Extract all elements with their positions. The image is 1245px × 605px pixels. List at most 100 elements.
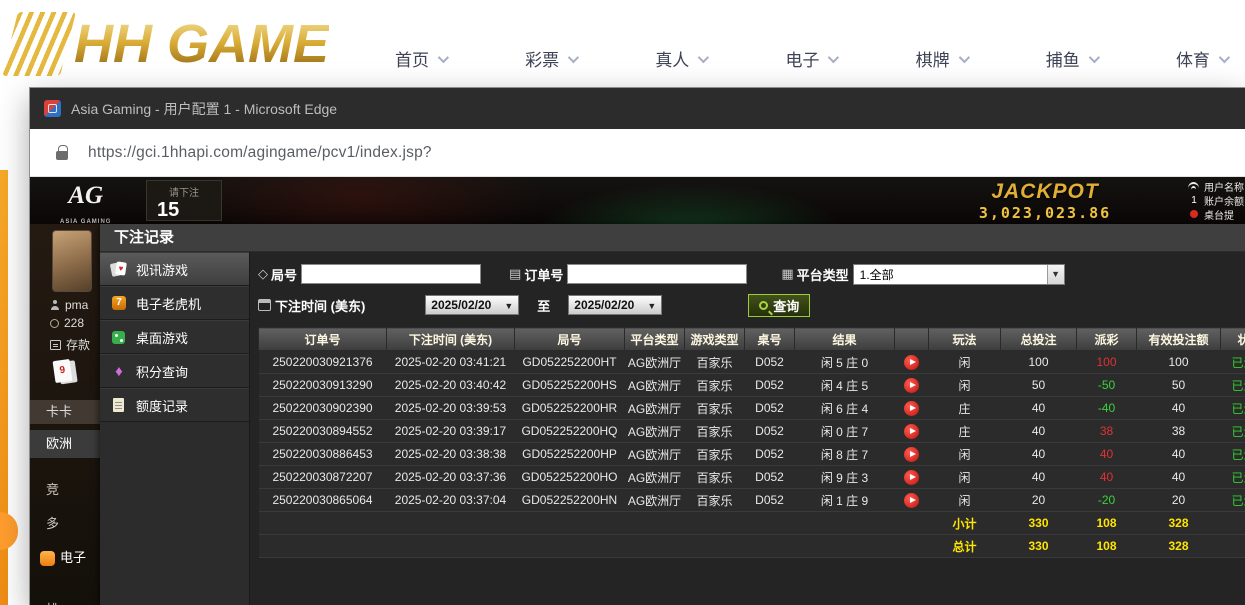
cell-bet: 100 [1001, 351, 1077, 374]
logo-decoration [2, 12, 76, 76]
cell-platform: AG欧洲厅 [625, 466, 685, 489]
date-from-select[interactable]: 2025/02/20 [425, 295, 519, 315]
cell-table: D052 [745, 443, 795, 466]
url-text[interactable]: https://gci.1hhapi.com/agingame/pcv1/ind… [88, 144, 432, 162]
menu-item-points-query[interactable]: 积分查询 [100, 354, 249, 388]
nav-item-lottery[interactable]: 彩票 [525, 46, 576, 71]
menu-item-video-games[interactable]: 视讯游戏 [100, 252, 249, 286]
menu-item-quota-records[interactable]: 额度记录 [100, 388, 249, 422]
col-valid: 有效投注额 [1137, 328, 1221, 351]
col-status: 状态 [1221, 328, 1245, 351]
edge-window: Asia Gaming - 用户配置 1 - Microsoft Edge ht… [30, 88, 1245, 605]
menu-item-table-games[interactable]: 桌面游戏 [100, 320, 249, 354]
lobby-item-europe[interactable]: 欧洲 [30, 430, 100, 458]
order-input[interactable] [567, 264, 747, 284]
nav-item-home[interactable]: 首页 [395, 46, 446, 71]
menu-item-slots[interactable]: 电子老虎机 [100, 286, 249, 320]
side-drawer-tab[interactable] [0, 512, 18, 550]
filter-row-2: 下注时间 (美东) 2025/02/20 至 2025/02/20 [258, 293, 1243, 317]
cell-result: 闲 6 庄 4 [795, 397, 895, 420]
cell-payout: 38 [1077, 420, 1137, 443]
deposit-button[interactable]: 存款 [50, 336, 90, 353]
deposit-label: 存款 [66, 336, 90, 353]
jackpot-display: JACKPOT 3,023,023.86 [960, 180, 1130, 222]
nav-item-sports[interactable]: 体育 [1176, 46, 1227, 71]
playing-card-icon: 9 [53, 359, 73, 383]
lobby-item-multi[interactable]: 多 [30, 512, 100, 536]
nav-item-live[interactable]: 真人 [655, 46, 706, 71]
points-icon [110, 363, 128, 380]
nav-label: 首页 [395, 46, 429, 71]
query-label: 查询 [773, 296, 799, 315]
date-to-select[interactable]: 2025/02/20 [568, 295, 662, 315]
play-button[interactable] [904, 447, 919, 462]
cell-platform: AG欧洲厅 [625, 420, 685, 443]
table-tip-label: 桌台提 [1204, 207, 1234, 222]
lobby-item-jingmi[interactable]: 竞 [30, 478, 100, 502]
cell-play: 闲 [929, 466, 1001, 489]
nav-item-electronic[interactable]: 电子 [785, 46, 836, 71]
chevron-down-icon [1089, 51, 1100, 62]
lobby-item-kakawan[interactable]: 卡卡 [30, 400, 100, 424]
lobby-item-rank[interactable]: 排 [30, 598, 100, 605]
col-payout: 派彩 [1077, 328, 1137, 351]
col-replay [895, 328, 929, 351]
play-button[interactable] [904, 378, 919, 393]
edge-titlebar[interactable]: Asia Gaming - 用户配置 1 - Microsoft Edge [30, 88, 1245, 129]
jackpot-value: 3,023,023.86 [960, 204, 1130, 222]
dropdown-arrow-icon [647, 298, 656, 312]
cell-round: GD052252200HR [515, 397, 625, 420]
deposit-icon [50, 340, 61, 350]
countdown-value: 15 [147, 199, 221, 221]
cell-game: 百家乐 [685, 374, 745, 397]
cell-round: GD052252200HP [515, 443, 625, 466]
round-input[interactable] [301, 264, 481, 284]
user-name-label: 用户名称 [1204, 179, 1244, 194]
cell-table: D052 [745, 351, 795, 374]
cell-payout: -50 [1077, 374, 1137, 397]
chevron-down-icon [1219, 51, 1230, 62]
modal-title: 下注记录 [100, 224, 1245, 252]
col-play: 玩法 [929, 328, 1001, 351]
jackpot-label: JACKPOT [960, 180, 1130, 204]
order-label: 订单号 [524, 265, 563, 284]
cell-play: 闲 [929, 443, 1001, 466]
cell-valid: 38 [1137, 420, 1221, 443]
play-button[interactable] [904, 424, 919, 439]
play-button[interactable] [904, 355, 919, 370]
cell-time: 2025-02-20 03:37:36 [387, 466, 515, 489]
cell-payout: 40 [1077, 443, 1137, 466]
menu-label: 电子老虎机 [136, 294, 201, 313]
site-logo[interactable]: HH GAME [10, 12, 329, 76]
nav-label: 体育 [1176, 46, 1210, 71]
cell-round: GD052252200HO [515, 466, 625, 489]
nav-item-fishing[interactable]: 捕鱼 [1046, 46, 1097, 71]
play-button[interactable] [904, 401, 919, 416]
play-button[interactable] [904, 470, 919, 485]
total-valid: 328 [1137, 535, 1221, 558]
query-button[interactable]: 查询 [748, 294, 810, 317]
col-time: 下注时间 (美东) [387, 328, 515, 351]
lobby-item-electronic[interactable]: 电子 [30, 546, 100, 570]
nav-item-chess[interactable]: 棋牌 [916, 46, 967, 71]
cell-table: D052 [745, 397, 795, 420]
lock-icon[interactable] [56, 151, 68, 160]
play-button[interactable] [904, 493, 919, 508]
cell-bet: 50 [1001, 374, 1077, 397]
cell-play: 闲 [929, 489, 1001, 512]
calendar-icon [258, 299, 271, 311]
cell-platform: AG欧洲厅 [625, 443, 685, 466]
platform-select[interactable]: 1.全部 [853, 264, 1065, 285]
table-row: 250220030921376 2025-02-20 03:41:21 GD05… [259, 351, 1245, 374]
nav-label: 电子 [785, 46, 819, 71]
cell-status: 已派彩 [1221, 374, 1245, 397]
window-title: Asia Gaming - 用户配置 1 - Microsoft Edge [71, 99, 337, 119]
platform-value: 1.全部 [860, 266, 894, 283]
cell-order: 250220030886453 [259, 443, 387, 466]
cell-payout: 40 [1077, 466, 1137, 489]
cell-platform: AG欧洲厅 [625, 489, 685, 512]
cell-game: 百家乐 [685, 351, 745, 374]
cell-replay [895, 397, 929, 420]
cell-play: 闲 [929, 351, 1001, 374]
person-icon [50, 300, 60, 310]
